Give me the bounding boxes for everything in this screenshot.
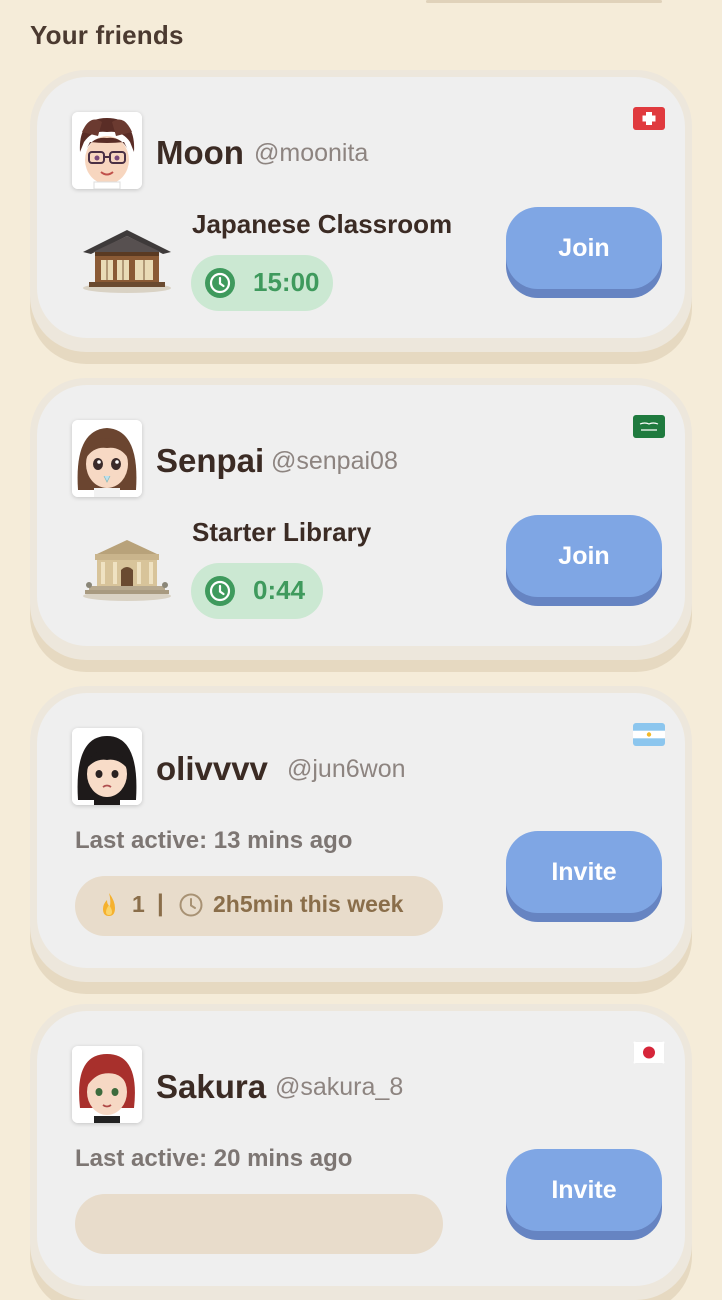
stats-pill	[75, 1194, 443, 1254]
card-body: Moon @moonita Japanese Classroom 15:00 J…	[37, 77, 685, 338]
library-building-icon	[79, 530, 175, 602]
card-body: olivvvv @jun6won Last active: 13 mins ag…	[37, 693, 685, 968]
friend-card-sakura: Sakura @sakura_8 Last active: 20 mins ag…	[30, 1004, 692, 1300]
switzerland-flag-icon	[633, 107, 665, 130]
japanese-house-icon	[79, 222, 175, 294]
join-button[interactable]: Join	[506, 515, 662, 597]
join-button[interactable]: Join	[506, 207, 662, 289]
clock-outline-icon	[179, 893, 203, 917]
timer-value: 0:44	[253, 575, 306, 605]
japan-flag-icon	[633, 1041, 665, 1064]
avatar-moon-icon	[72, 112, 142, 189]
avatar[interactable]	[72, 420, 142, 497]
weekly-time: 2h5min this week	[213, 891, 404, 917]
last-active-text: Last active: 13 mins ago	[75, 827, 353, 854]
avatar[interactable]	[72, 112, 142, 189]
friend-name: Senpai	[156, 442, 265, 479]
timer-value: 15:00	[253, 267, 320, 297]
timer-pill: 0:44	[191, 563, 323, 619]
friend-card-senpai: Senpai @senpai08 Starter Library 0:44 Jo…	[30, 378, 692, 660]
timer-pill: 15:00	[191, 255, 333, 311]
fire-icon	[103, 893, 115, 916]
invite-button[interactable]: Invite	[506, 831, 662, 913]
friend-handle: @senpai08	[271, 447, 398, 475]
friend-handle: @jun6won	[287, 755, 406, 783]
friend-name: Moon	[156, 134, 244, 171]
section-title: Your friends	[30, 20, 184, 50]
card-body: Sakura @sakura_8 Last active: 20 mins ag…	[37, 1011, 685, 1286]
streak-count: 1	[132, 891, 145, 917]
clock-icon	[205, 576, 235, 606]
invite-button[interactable]: Invite	[506, 1149, 662, 1231]
avatar-sakura-icon	[72, 1046, 142, 1123]
saudi-arabia-flag-icon	[633, 415, 665, 438]
avatar-olivvvv-icon	[72, 728, 142, 805]
friend-name: olivvvv	[156, 750, 268, 787]
friend-handle: @sakura_8	[275, 1073, 404, 1101]
room-name: Japanese Classroom	[192, 209, 453, 239]
friend-card-moon: Moon @moonita Japanese Classroom 15:00 J…	[30, 70, 692, 352]
avatar[interactable]	[72, 1046, 142, 1123]
friend-card-olivvvv: olivvvv @jun6won Last active: 13 mins ag…	[30, 686, 692, 982]
clock-icon	[205, 268, 235, 298]
stats-pill: 1 | 2h5min this week	[75, 876, 443, 936]
stats-separator: |	[157, 890, 164, 917]
card-body: Senpai @senpai08 Starter Library 0:44 Jo…	[37, 385, 685, 646]
avatar[interactable]	[72, 728, 142, 805]
top-divider	[426, 0, 662, 3]
friend-name: Sakura	[156, 1068, 267, 1105]
argentina-flag-icon	[633, 723, 665, 746]
last-active-text: Last active: 20 mins ago	[75, 1145, 353, 1172]
avatar-senpai-icon	[72, 420, 142, 497]
room-name: Starter Library	[192, 517, 372, 547]
friend-handle: @moonita	[254, 139, 369, 167]
